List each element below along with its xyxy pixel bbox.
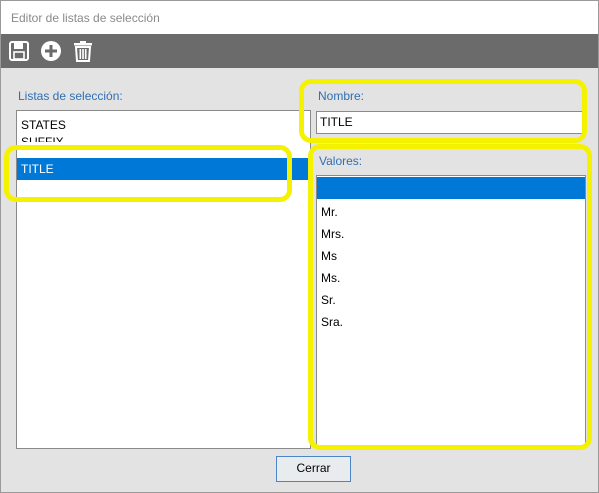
delete-icon bbox=[74, 41, 92, 62]
dialog-window: Editor de listas de selección Listas de … bbox=[0, 0, 599, 493]
close-button[interactable]: Cerrar bbox=[276, 456, 351, 482]
list-item-suffix[interactable]: SUFFIX bbox=[17, 131, 310, 142]
value-item-sra[interactable]: Sra. bbox=[317, 311, 585, 333]
value-item-ms[interactable]: Ms bbox=[317, 245, 585, 267]
selection-lists-listbox[interactable]: STATES SUFFIX TITLE bbox=[16, 110, 311, 449]
value-item-mr[interactable]: Mr. bbox=[317, 201, 585, 223]
values-listbox[interactable]: Mr. Mrs. Ms Ms. Sr. Sra. bbox=[316, 175, 586, 447]
add-icon bbox=[41, 41, 61, 61]
value-item-sr[interactable]: Sr. bbox=[317, 289, 585, 311]
list-item-title[interactable]: TITLE bbox=[17, 158, 310, 180]
name-field[interactable]: TITLE bbox=[316, 111, 586, 134]
save-button[interactable] bbox=[7, 39, 31, 63]
window-title: Editor de listas de selección bbox=[11, 11, 160, 25]
title-bar: Editor de listas de selección bbox=[1, 1, 598, 34]
delete-button[interactable] bbox=[71, 39, 95, 63]
value-item-mrs[interactable]: Mrs. bbox=[317, 223, 585, 245]
toolbar bbox=[1, 34, 598, 68]
value-item-ms-dot[interactable]: Ms. bbox=[317, 267, 585, 289]
value-item-empty[interactable] bbox=[317, 177, 585, 199]
lists-label: Listas de selección: bbox=[18, 89, 123, 103]
name-label: Nombre: bbox=[318, 89, 365, 103]
values-label: Valores: bbox=[319, 154, 363, 168]
save-icon bbox=[9, 41, 29, 61]
dialog-content: Listas de selección: STATES SUFFIX TITLE… bbox=[1, 68, 598, 492]
add-button[interactable] bbox=[39, 39, 63, 63]
